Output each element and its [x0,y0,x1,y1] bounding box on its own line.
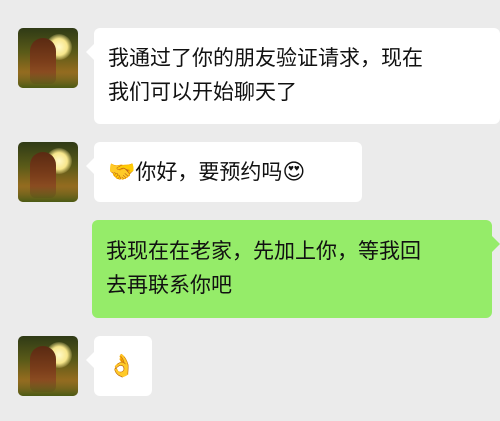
message-bubble-outgoing[interactable]: 我现在在老家，先加上你，等我回 去再联系你吧 [92,220,500,318]
message-bubble-incoming[interactable]: 🤝你好，要预约吗😍 [86,142,362,202]
heart-eyes-emoji: 😍 [282,160,306,185]
avatar-ground [18,380,78,396]
message-bubble-incoming[interactable]: 👌 [86,336,152,396]
message-text-line: 我们可以开始聊天了 [108,80,297,104]
message-bubble-incoming[interactable]: 我通过了你的朋友验证请求，现在 我们可以开始聊天了 [86,28,500,124]
avatar-ground [18,72,78,88]
message-text-line: 我现在在老家，先加上你，等我回 [106,239,421,263]
message-text-line: 我通过了你的朋友验证请求，现在 [108,46,423,70]
message-text-line: 去再联系你吧 [106,273,232,297]
handshake-emoji: 🤝 [108,160,136,185]
contact-avatar[interactable] [18,336,78,396]
ok-hand-emoji: 👌 [108,354,136,379]
contact-avatar[interactable] [18,142,78,202]
message-text: 你好，要预约吗 [135,160,283,184]
contact-avatar[interactable] [18,28,78,88]
chat-view: 我通过了你的朋友验证请求，现在 我们可以开始聊天了 🤝你好，要预约吗😍 我现在在… [0,0,500,421]
avatar-ground [18,186,78,202]
